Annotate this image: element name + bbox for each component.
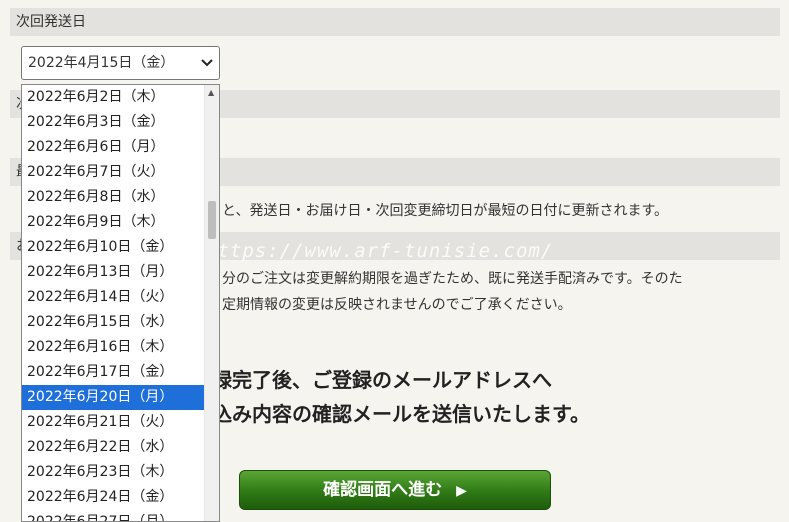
dropdown-option[interactable]: 2022年6月13日（月） [22,260,205,285]
proceed-to-confirm-button[interactable]: 確認画面へ進む ▶ [239,470,551,510]
dropdown-option[interactable]: 2022年6月7日（火） [22,160,205,185]
dropdown-option[interactable]: 2022年6月27日（月） [22,510,205,521]
dropdown-scrollbar[interactable]: ▲ [204,85,219,521]
note-line-2: 定期情報の変更は反映されませんのでご了承ください。 [222,297,572,313]
dropdown-option[interactable]: 2022年6月14日（火） [22,285,205,310]
watermark-text: https://www.arf-tunisie.com/ [205,240,554,262]
select-value: 2022年4月15日（金） [28,55,175,71]
scrollbar-thumb[interactable] [208,201,216,239]
dropdown-option[interactable]: 2022年6月17日（金） [22,360,205,385]
confirm-message-line-2: 込み内容の確認メールを送信いたします。 [212,402,590,426]
date-dropdown-list[interactable]: 2022年6月2日（木） 2022年6月3日（金） 2022年6月6日（月） 2022… [21,84,220,522]
dropdown-option[interactable]: 2022年6月15日（水） [22,310,205,335]
dropdown-option[interactable]: 2022年6月16日（木） [22,335,205,360]
dropdown-option[interactable]: 2022年6月21日（火） [22,410,205,435]
dropdown-option[interactable]: 2022年6月22日（水） [22,435,205,460]
play-arrow-icon: ▶ [456,483,467,499]
next-ship-date-select[interactable]: 2022年4月15日（金） [21,46,220,80]
dropdown-option[interactable]: 2022年6月10日（金） [22,235,205,260]
scroll-up-arrow-icon[interactable]: ▲ [208,88,214,97]
section-header-label: 次回発送日 [16,14,86,30]
confirm-message-line-1: 録完了後、ご登録のメールアドレスへ [212,368,552,392]
dropdown-option[interactable]: 2022年6月8日（水） [22,185,205,210]
dropdown-option[interactable]: 2022年6月6日（月） [22,135,205,160]
dropdown-option[interactable]: 2022年6月3日（金） [22,110,205,135]
dropdown-option[interactable]: 2022年6月23日（木） [22,460,205,485]
dropdown-option[interactable]: 2022年6月24日（金） [22,485,205,510]
update-note: と、発送日・お届け日・次回変更締切日が最短の日付に更新されます。 [222,203,669,219]
section-header-next-ship-date: 次回発送日 [10,8,780,36]
dropdown-option[interactable]: 2022年6月9日（木） [22,210,205,235]
note-line-1: 分のご注文は変更解約期限を過ぎたため、既に発送手配済みです。そのた [222,271,683,287]
dropdown-option[interactable]: 2022年6月20日（月） [22,385,205,410]
proceed-button-label: 確認画面へ進む [323,480,443,500]
dropdown-option[interactable]: 2022年6月2日（木） [22,85,205,110]
